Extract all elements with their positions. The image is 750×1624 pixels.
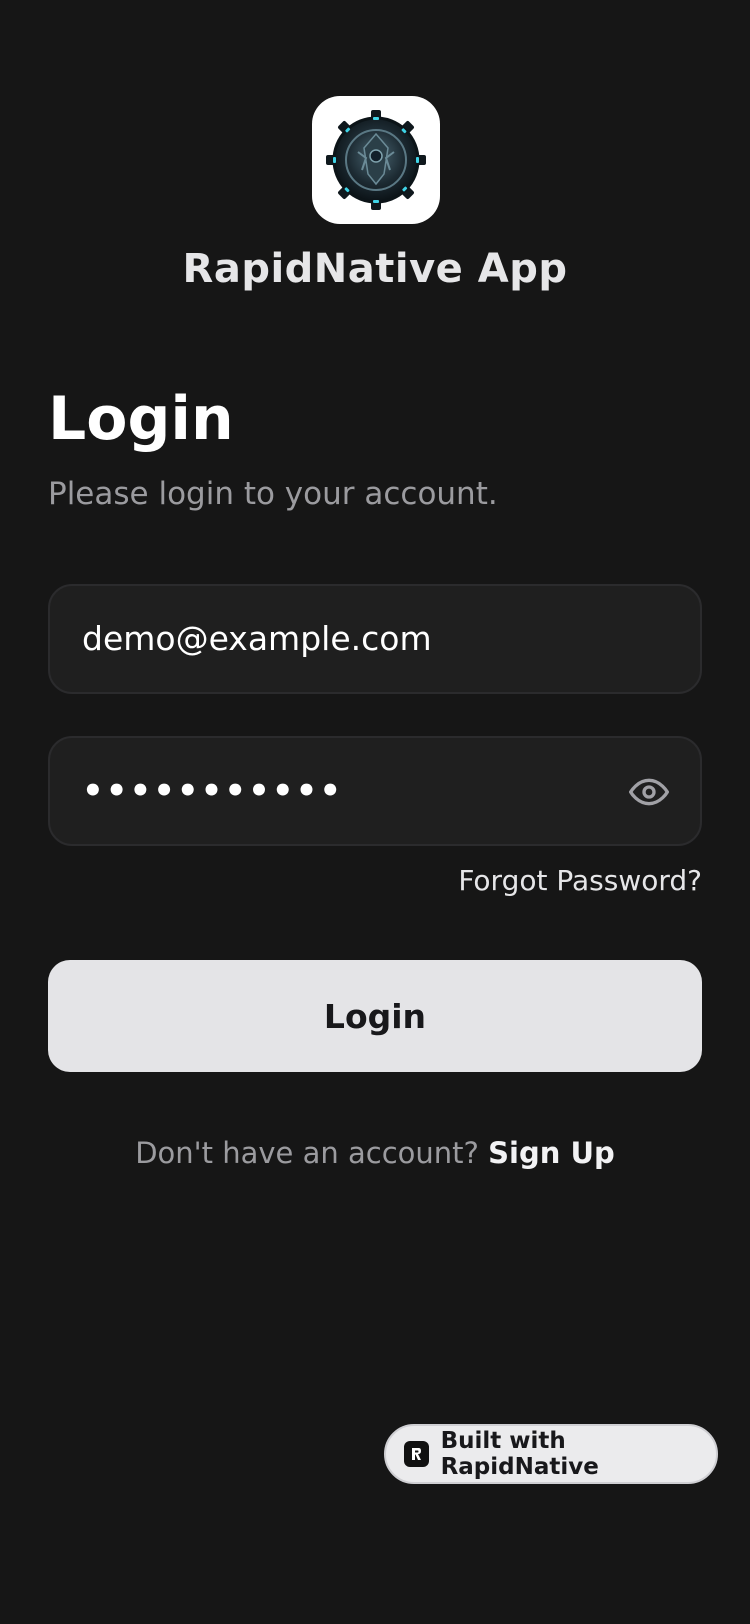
- rapidnative-logo-icon: [404, 1441, 429, 1467]
- forgot-password-link[interactable]: Forgot Password?: [458, 864, 702, 897]
- page-title: Login: [48, 384, 234, 454]
- built-with-label: Built with RapidNative: [440, 1428, 599, 1480]
- page-subtitle: Please login to your account.: [48, 476, 498, 512]
- email-field[interactable]: demo@example.com: [48, 584, 702, 694]
- signup-row: Don't have an account? Sign Up: [0, 1136, 750, 1170]
- app-name: RapidNative App: [182, 246, 568, 292]
- login-button[interactable]: Login: [48, 960, 702, 1072]
- sign-up-link[interactable]: Sign Up: [488, 1136, 615, 1170]
- password-value: •••••••••••: [82, 771, 344, 811]
- eye-icon[interactable]: [628, 771, 670, 813]
- built-with-badge[interactable]: Built with RapidNative: [384, 1424, 718, 1484]
- signup-prompt: Don't have an account?: [135, 1136, 479, 1170]
- login-button-label: Login: [323, 996, 427, 1036]
- app-logo: [312, 96, 440, 224]
- gear-emblem-icon: [326, 110, 426, 210]
- email-value: demo@example.com: [82, 619, 432, 658]
- password-field[interactable]: •••••••••••: [48, 736, 702, 846]
